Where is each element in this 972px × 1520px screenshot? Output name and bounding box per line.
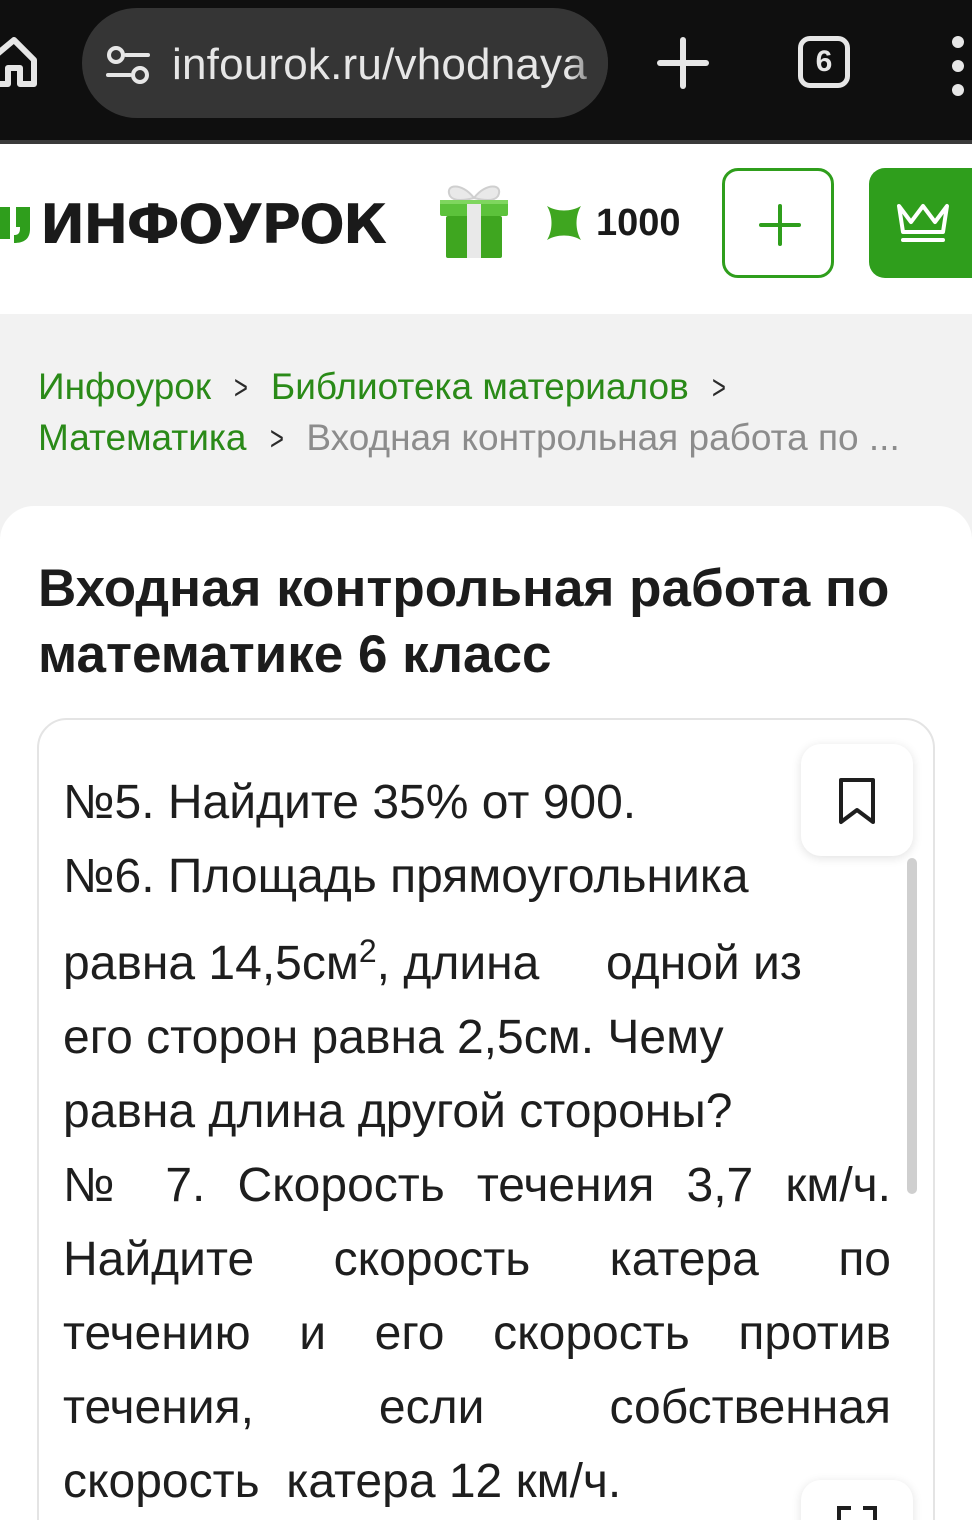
task-6-line: №6. Площадь прямоугольника: [63, 850, 749, 903]
document-text: №5. Найдите 35% от 900. №6. Площадь прям…: [63, 766, 891, 1519]
breadcrumb-link-library[interactable]: Библиотека материалов: [271, 366, 689, 407]
document-scrollbar[interactable]: [907, 858, 917, 1194]
crown-icon: [897, 204, 949, 242]
site-header: ИНФОУРОК 1000: [0, 144, 972, 314]
home-icon[interactable]: [0, 34, 40, 90]
task-6-text: , длина одной из: [376, 937, 802, 990]
url-fade: [568, 8, 608, 118]
logo-text: ИНФОУРОК: [40, 192, 387, 256]
bookmark-icon: [839, 778, 875, 824]
task-7-line: течению и его скорость против: [63, 1307, 891, 1360]
task-6-line: его сторон равна 2,5см. Чему: [63, 1011, 724, 1064]
url-text[interactable]: infourok.ru/vhodnaya: [172, 40, 587, 90]
plus-icon: [759, 204, 801, 246]
chevron-right-icon: >: [711, 369, 726, 407]
browser-toolbar: infourok.ru/vhodnaya 6: [0, 0, 972, 144]
expand-button[interactable]: [801, 1480, 913, 1520]
task-7-line: течения, если собственная: [63, 1381, 891, 1434]
coin-balance: 1000: [596, 202, 681, 244]
breadcrumb-link-home[interactable]: Инфоурок: [38, 366, 211, 407]
address-bar[interactable]: infourok.ru/vhodnaya: [82, 8, 608, 118]
task-6-line: равна 14,5см2, длина одной из: [63, 914, 891, 1001]
task-6-line: равна длина другой стороны?: [63, 1085, 733, 1138]
superscript: 2: [358, 933, 377, 969]
coin-icon: [547, 206, 581, 240]
task-7-line: № 7. Скорость течения 3,7 км/ч.: [63, 1159, 891, 1212]
document-preview[interactable]: №5. Найдите 35% от 900. №6. Площадь прям…: [37, 718, 935, 1520]
chevron-right-icon: >: [234, 369, 248, 407]
content-card: Входная контрольная работа по математике…: [0, 506, 972, 1520]
menu-icon[interactable]: [950, 36, 972, 96]
task-7-line: скорость катера 12 км/ч.: [63, 1455, 622, 1508]
new-tab-icon[interactable]: [656, 36, 710, 90]
page-title: Входная контрольная работа по математике…: [38, 559, 890, 684]
task-5: №5. Найдите 35% от 900.: [63, 776, 637, 829]
premium-button[interactable]: [869, 168, 972, 278]
add-material-button[interactable]: [722, 168, 834, 278]
gift-icon[interactable]: [434, 178, 514, 260]
task-7-line: Найдите скорость катера по: [63, 1233, 891, 1286]
logo-mark-icon: [0, 207, 30, 243]
site-logo[interactable]: ИНФОУРОК: [0, 192, 387, 256]
breadcrumb-link-math[interactable]: Математика: [38, 417, 247, 458]
expand-icon: [837, 1506, 877, 1520]
breadcrumb-current: Входная контрольная работа по ...: [306, 417, 900, 458]
bookmark-button[interactable]: [801, 744, 913, 856]
tab-switcher-button[interactable]: 6: [798, 36, 850, 88]
chevron-right-icon: >: [269, 420, 284, 458]
task-6-text: равна 14,5см: [63, 937, 359, 990]
breadcrumb: Инфоурок > Библиотека материалов > Математи…: [38, 362, 968, 464]
tune-icon[interactable]: [104, 45, 152, 85]
